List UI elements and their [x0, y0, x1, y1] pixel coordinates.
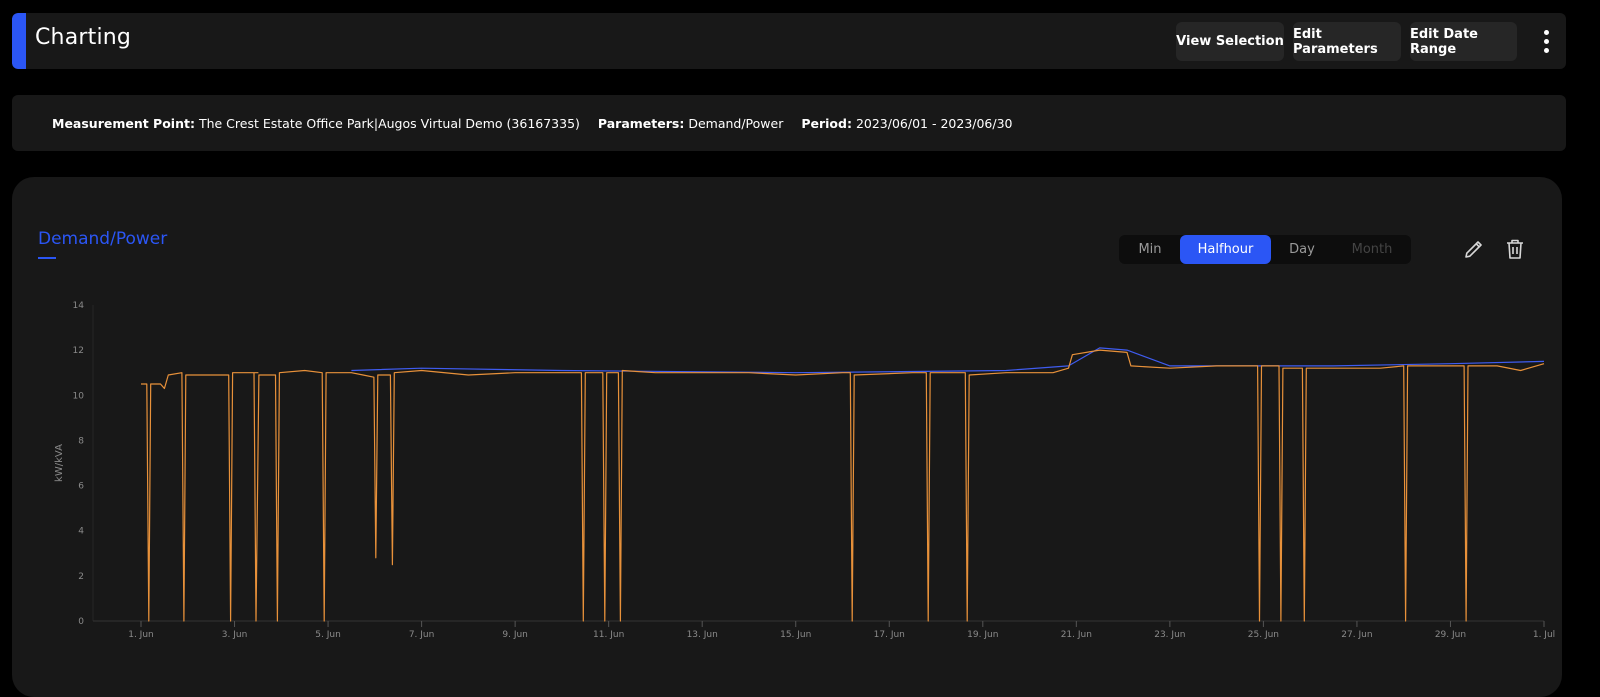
measurement-point-info: Measurement Point: The Crest Estate Offi…: [52, 116, 580, 131]
parameters-value: Demand/Power: [688, 115, 784, 131]
interval-option-day[interactable]: Day: [1271, 235, 1333, 264]
period-value: 2023/06/01 - 2023/06/30: [855, 115, 1013, 131]
edit-date-range-button[interactable]: Edit Date Range: [1410, 22, 1517, 61]
measurement-point-label: Measurement Point:: [52, 115, 195, 131]
page-title: Charting: [35, 25, 132, 50]
edit-parameters-button[interactable]: Edit Parameters: [1293, 22, 1401, 61]
period-label: Period:: [801, 115, 852, 131]
selection-info-bar: Measurement Point: The Crest Estate Offi…: [12, 95, 1566, 151]
chart-title-underline: [38, 257, 56, 259]
interval-selector: Min Halfhour Day Month: [1119, 235, 1411, 264]
more-options-icon[interactable]: [1536, 27, 1556, 55]
trash-icon[interactable]: [1503, 237, 1527, 261]
view-selection-button[interactable]: View Selection: [1176, 22, 1284, 61]
header-accent-bar: [12, 13, 26, 69]
parameters-label: Parameters:: [597, 115, 685, 131]
chart-title: Demand/Power: [38, 229, 168, 249]
interval-option-min[interactable]: Min: [1119, 235, 1181, 264]
pencil-icon[interactable]: [1462, 237, 1486, 261]
parameters-info: Parameters: Demand/Power: [598, 116, 783, 131]
interval-option-month: Month: [1351, 242, 1393, 257]
app-header: Charting View Selection Edit Parameters …: [12, 13, 1566, 69]
measurement-point-value: The Crest Estate Office Park|Augos Virtu…: [198, 115, 580, 131]
chart-card: Demand/Power Min Halfhour Day Month: [12, 177, 1562, 697]
period-info: Period: 2023/06/01 - 2023/06/30: [801, 116, 1012, 131]
interval-option-halfhour[interactable]: Halfhour: [1180, 235, 1271, 264]
